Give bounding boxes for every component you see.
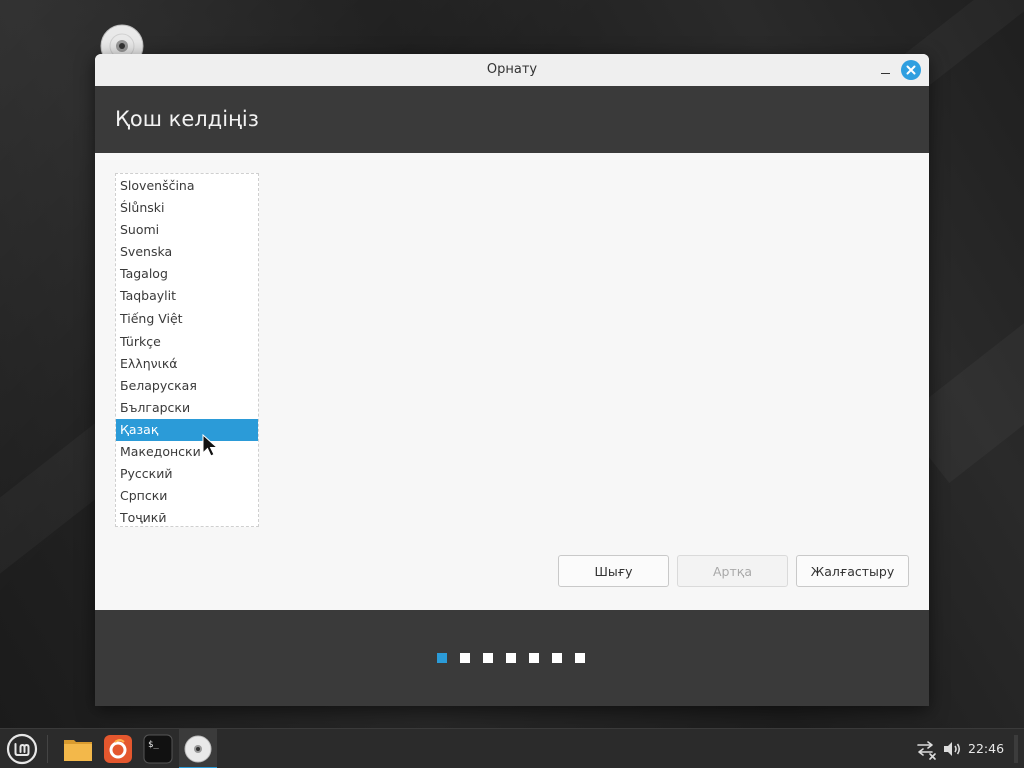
clock[interactable]: 22:46	[968, 741, 1004, 756]
language-item[interactable]: Tagalog	[116, 263, 258, 285]
installer-window: Орнату Қош келдіңіз Slovenščina Ślůnski …	[95, 54, 929, 706]
progress-step-dot-current	[437, 653, 447, 663]
firefox-icon[interactable]	[102, 733, 134, 765]
language-item-selected[interactable]: Қазақ	[116, 419, 258, 441]
quit-button[interactable]: Шығу	[558, 555, 669, 587]
mint-menu-icon[interactable]	[6, 733, 38, 765]
language-item[interactable]: Taqbaylit	[116, 285, 258, 307]
titlebar: Орнату	[95, 54, 929, 87]
language-item[interactable]: Беларуская	[116, 375, 258, 397]
language-item[interactable]: Српски	[116, 485, 258, 507]
language-item[interactable]: Македонски	[116, 441, 258, 463]
page-title: Қош келдіңіз	[115, 107, 259, 131]
language-item[interactable]: Ślůnski	[116, 197, 258, 219]
minimize-icon	[880, 72, 890, 74]
language-item[interactable]: Ελληνικά	[116, 353, 258, 375]
language-item[interactable]: Svenska	[116, 241, 258, 263]
files-icon[interactable]	[62, 733, 94, 765]
language-item[interactable]: Suomi	[116, 219, 258, 241]
language-item[interactable]: Тоҷикӣ	[116, 507, 258, 526]
language-list[interactable]: Slovenščina Ślůnski Suomi Svenska Tagalo…	[115, 173, 259, 527]
show-desktop-button[interactable]	[1014, 735, 1018, 763]
network-disconnected-icon[interactable]	[914, 737, 938, 761]
progress-step-dot	[552, 653, 562, 663]
language-item[interactable]: Български	[116, 397, 258, 419]
close-icon	[906, 65, 916, 75]
language-item[interactable]: Tiếng Việt	[116, 308, 258, 330]
taskbar: $_ 22:46	[0, 728, 1024, 768]
language-item[interactable]: Türkçe	[116, 331, 258, 353]
taskbar-separator	[47, 735, 48, 763]
page-header: Қош келдіңіз	[95, 86, 929, 153]
progress-step-dot	[460, 653, 470, 663]
progress-step-dot	[575, 653, 585, 663]
progress-step-dot	[529, 653, 539, 663]
close-button[interactable]	[901, 60, 921, 80]
svg-text:$_: $_	[148, 740, 159, 750]
terminal-icon[interactable]: $_	[142, 733, 174, 765]
minimize-button[interactable]	[875, 60, 895, 80]
volume-icon[interactable]	[940, 737, 964, 761]
installer-disc-icon[interactable]	[182, 733, 214, 765]
language-item[interactable]: Slovenščina	[116, 175, 258, 197]
progress-step-dot	[506, 653, 516, 663]
content-area: Slovenščina Ślůnski Suomi Svenska Tagalo…	[95, 153, 929, 610]
language-item[interactable]: Русский	[116, 463, 258, 485]
mouse-cursor-icon	[202, 434, 219, 457]
progress-footer	[95, 610, 929, 706]
continue-button[interactable]: Жалғастыру	[796, 555, 909, 587]
window-title: Орнату	[486, 62, 538, 77]
progress-step-dot	[483, 653, 493, 663]
back-button[interactable]: Артқа	[677, 555, 788, 587]
